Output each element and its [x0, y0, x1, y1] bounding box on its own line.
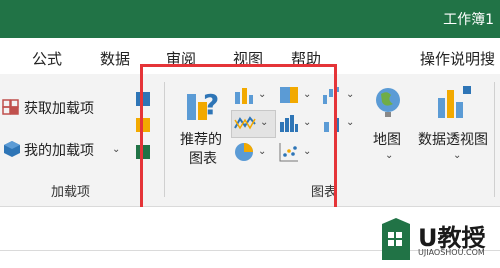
get-addins-button[interactable]: 获取加载项 — [24, 98, 94, 118]
tab-formulas[interactable]: 公式 — [32, 48, 62, 69]
pivot-chart-dropdown-icon[interactable]: ⌄ — [453, 150, 461, 161]
addins-group-label: 加载项 — [51, 185, 91, 200]
my-addins-icon — [2, 139, 22, 159]
my-addins-dropdown-chevron-icon[interactable]: ⌄ — [112, 144, 120, 155]
tab-data[interactable]: 数据 — [100, 48, 130, 69]
title-bar — [0, 0, 500, 38]
pivot-chart-icon[interactable] — [436, 84, 472, 120]
tell-me-search[interactable]: 操作说明搜 — [420, 48, 495, 69]
combo-chart-dropdown-icon[interactable]: ⌄ — [346, 117, 354, 128]
my-addins-button[interactable]: 我的加载项 — [24, 140, 94, 160]
get-addins-icon — [2, 97, 20, 115]
window-title: 工作簿1 — [443, 12, 494, 28]
watermark-url: UJIAOSHOU.COM — [418, 248, 485, 257]
map-dropdown-icon[interactable]: ⌄ — [385, 150, 393, 161]
map-button-label[interactable]: 地图 — [373, 129, 401, 149]
map-globe-icon[interactable] — [373, 86, 403, 118]
waterfall-chart-dropdown-icon[interactable]: ⌄ — [346, 89, 354, 100]
group-divider-right — [494, 82, 495, 197]
pivot-chart-label[interactable]: 数据透视图 — [418, 129, 488, 149]
